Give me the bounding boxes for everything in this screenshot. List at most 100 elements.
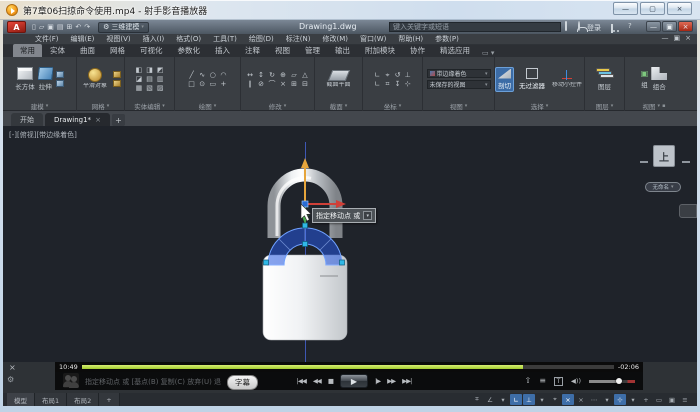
menu-item[interactable]: 格式(O) — [170, 34, 207, 44]
subtitle-button[interactable]: 字幕 — [227, 375, 258, 390]
subtitle-panel-icon[interactable]: T — [554, 377, 563, 386]
viewport-controls[interactable]: [-][俯视][带边缘着色] — [9, 130, 77, 140]
status-icon[interactable]: ∟ — [510, 394, 522, 405]
panel-label-mesh[interactable]: 网格▾ — [77, 101, 124, 111]
solid-edit-icon[interactable]: ◧ — [136, 66, 143, 74]
smooth-object-button[interactable]: 平滑对象 — [80, 68, 110, 90]
layout-tab[interactable]: 布局1 — [35, 393, 67, 406]
section-plane-button[interactable]: 截面平面 — [324, 70, 354, 89]
ribbon-tab[interactable]: 精选应用 — [433, 44, 477, 57]
tooltip-options-icon[interactable]: ▾ — [363, 211, 372, 220]
status-icon[interactable]: ⊥ — [523, 394, 535, 405]
status-icon[interactable]: + — [640, 394, 652, 405]
status-icon[interactable]: ⌗ — [471, 394, 483, 405]
panel-label-layers[interactable]: 图层▾ — [585, 101, 624, 111]
drawing-canvas[interactable]: [-][俯视][带边缘着色] — [3, 126, 697, 362]
ribbon-tab[interactable]: 实体 — [43, 44, 72, 57]
ribbon-tab[interactable]: 注释 — [238, 44, 267, 57]
menu-item[interactable]: 插入(I) — [137, 34, 171, 44]
draw-tool-icon[interactable]: ╱ — [189, 71, 193, 79]
modify-tool-icon[interactable]: ↔ — [247, 71, 253, 79]
slice-button[interactable]: 剖切 — [495, 67, 514, 92]
menu-item[interactable]: 文件(F) — [29, 34, 65, 44]
volume-slider[interactable] — [589, 380, 635, 383]
speaker-icon[interactable]: ◀)) — [571, 376, 581, 386]
status-icon[interactable]: ▾ — [497, 394, 509, 405]
doc-restore-button[interactable]: ▣ — [674, 34, 681, 42]
status-icon[interactable]: ⊹ — [614, 394, 626, 405]
menu-item[interactable]: 帮助(H) — [392, 34, 429, 44]
saveas-icon[interactable]: ▤ — [57, 21, 64, 33]
panel-label-solid-editing[interactable]: 实体编辑▾ — [125, 101, 174, 111]
viewcube[interactable]: 上 — [653, 145, 675, 167]
modify-tool-icon[interactable]: ↻ — [269, 71, 275, 79]
status-icon[interactable]: ⌖ — [549, 394, 561, 405]
status-icon[interactable]: ▭ — [653, 394, 665, 405]
ucs-tool-icon[interactable]: ⊥ — [405, 71, 411, 79]
layout-tab[interactable]: 模型 — [7, 393, 35, 406]
maximize-button[interactable]: ▢ — [640, 2, 665, 15]
modeling-mini-buttons[interactable] — [56, 71, 64, 87]
draw-tool-icon[interactable]: □ — [188, 80, 195, 88]
undo-icon[interactable]: ↶ — [75, 21, 81, 33]
panel-label-coordinates[interactable]: 坐标▾ — [363, 101, 422, 111]
navigation-bar[interactable] — [679, 204, 697, 218]
search-binoculars-icon[interactable] — [565, 22, 567, 30]
file-tab-drawing[interactable]: Drawing1* × — [45, 113, 110, 126]
new-drawing-tab-button[interactable]: + — [112, 114, 125, 126]
status-icon[interactable]: ▾ — [627, 394, 639, 405]
solid-edit-icon[interactable]: ▧ — [146, 84, 153, 92]
ribbon-tab[interactable]: 插入 — [208, 44, 237, 57]
menu-item[interactable]: 修改(M) — [316, 34, 354, 44]
ucs-tool-icon[interactable]: ↺ — [395, 71, 401, 79]
draw-tool-icon[interactable]: ∿ — [199, 71, 205, 79]
ucs-tool-icon[interactable]: ∟ — [374, 71, 380, 79]
status-icon[interactable]: ≡ — [679, 394, 691, 405]
play-button[interactable]: ▶ — [340, 374, 368, 388]
padlock-model[interactable] — [225, 154, 395, 354]
ribbon-tab[interactable]: 视图 — [268, 44, 297, 57]
close-icon[interactable]: × — [95, 116, 101, 124]
close-button[interactable]: × — [667, 2, 692, 15]
panel-label-section[interactable]: 截面▾ — [315, 101, 362, 111]
modify-tool-icon[interactable]: ∥ — [248, 80, 252, 88]
plot-icon[interactable]: ⊞ — [67, 21, 73, 33]
ribbon-tab[interactable]: 常用 — [13, 44, 42, 57]
modify-tool-icon[interactable]: ▱ — [291, 71, 296, 79]
extrude-button[interactable]: 拉伸 — [38, 67, 53, 91]
status-icon[interactable]: ⋯ — [588, 394, 600, 405]
signin-label[interactable]: 登录 — [587, 23, 601, 33]
ucs-tool-icon[interactable]: ⊹ — [405, 80, 411, 88]
status-icon[interactable]: × — [562, 394, 574, 405]
menu-item[interactable]: 参数(P) — [429, 34, 465, 44]
video-frame[interactable]: A ▯▱▣▤⊞↶↷ ⚙ 三维建模 ▾ Drawing1.dwg 键入关键字或短语… — [3, 20, 697, 406]
solid-edit-icon[interactable]: ◪ — [136, 75, 143, 83]
status-icon[interactable]: ∠ — [484, 394, 496, 405]
menu-item[interactable]: 视图(V) — [100, 34, 136, 44]
viewcube-ucs-dropdown[interactable]: 无命名▾ — [645, 182, 681, 192]
autocad-app-button[interactable]: A — [7, 21, 26, 33]
next-button[interactable]: ▶▶| — [402, 377, 411, 385]
panel-label-modify[interactable]: 修改▾ — [241, 101, 314, 111]
modify-tool-icon[interactable]: ⊞ — [291, 80, 297, 88]
draw-tool-icon[interactable]: + — [221, 80, 227, 88]
menu-item[interactable]: 编辑(E) — [65, 34, 101, 44]
layout-tab[interactable]: 布局2 — [67, 393, 99, 406]
combine-button[interactable]: 组合 — [651, 67, 667, 91]
modify-tool-icon[interactable]: ⌒ — [269, 80, 276, 88]
ucs-tool-icon[interactable]: ⌖ — [385, 71, 389, 79]
save-icon[interactable]: ▣ — [47, 21, 54, 33]
command-customize-icon[interactable]: ⚙ — [7, 376, 14, 384]
ribbon-tab[interactable]: 管理 — [298, 44, 327, 57]
acad-minimize-button[interactable]: — — [646, 21, 661, 32]
ribbon-tab[interactable]: 输出 — [328, 44, 357, 57]
ribbon-tab[interactable]: 协作 — [403, 44, 432, 57]
help-icon[interactable]: ? — [628, 22, 632, 30]
status-icon[interactable]: ▣ — [666, 394, 678, 405]
rewind-button[interactable]: ◀◀ — [313, 377, 321, 385]
acad-restore-button[interactable]: ▣ — [662, 21, 677, 32]
solid-edit-icon[interactable]: ▨ — [157, 84, 164, 92]
group-button[interactable]: ▣ 组 — [641, 69, 649, 89]
draw-tool-icon[interactable]: ⊙ — [199, 80, 205, 88]
workspace-switcher[interactable]: ⚙ 三维建模 ▾ — [98, 22, 149, 33]
